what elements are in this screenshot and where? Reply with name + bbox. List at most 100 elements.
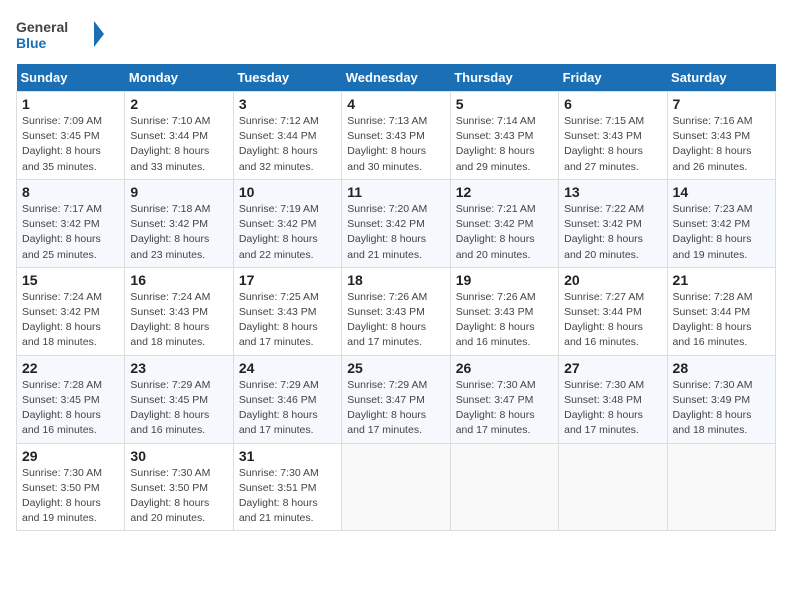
calendar-cell: 9 Sunrise: 7:18 AMSunset: 3:42 PMDaylight… bbox=[125, 179, 233, 267]
svg-text:General: General bbox=[16, 19, 68, 35]
day-number: 31 bbox=[239, 448, 336, 464]
day-detail: Sunrise: 7:30 AMSunset: 3:47 PMDaylight:… bbox=[456, 379, 536, 437]
day-detail: Sunrise: 7:13 AMSunset: 3:43 PMDaylight:… bbox=[347, 115, 427, 173]
day-detail: Sunrise: 7:17 AMSunset: 3:42 PMDaylight:… bbox=[22, 203, 102, 261]
day-number: 13 bbox=[564, 184, 661, 200]
calendar-cell: 8 Sunrise: 7:17 AMSunset: 3:42 PMDaylight… bbox=[17, 179, 125, 267]
col-header-friday: Friday bbox=[559, 64, 667, 92]
day-number: 29 bbox=[22, 448, 119, 464]
calendar-cell: 16 Sunrise: 7:24 AMSunset: 3:43 PMDayligh… bbox=[125, 267, 233, 355]
day-detail: Sunrise: 7:29 AMSunset: 3:45 PMDaylight:… bbox=[130, 379, 210, 437]
day-number: 4 bbox=[347, 96, 444, 112]
col-header-tuesday: Tuesday bbox=[233, 64, 341, 92]
day-number: 16 bbox=[130, 272, 227, 288]
day-number: 26 bbox=[456, 360, 553, 376]
logo-svg: General Blue bbox=[16, 16, 106, 52]
day-number: 1 bbox=[22, 96, 119, 112]
calendar-week-5: 29 Sunrise: 7:30 AMSunset: 3:50 PMDayligh… bbox=[17, 443, 776, 531]
calendar-cell: 25 Sunrise: 7:29 AMSunset: 3:47 PMDayligh… bbox=[342, 355, 450, 443]
day-number: 9 bbox=[130, 184, 227, 200]
day-detail: Sunrise: 7:20 AMSunset: 3:42 PMDaylight:… bbox=[347, 203, 427, 261]
day-detail: Sunrise: 7:18 AMSunset: 3:42 PMDaylight:… bbox=[130, 203, 210, 261]
col-header-wednesday: Wednesday bbox=[342, 64, 450, 92]
calendar-cell: 13 Sunrise: 7:22 AMSunset: 3:42 PMDayligh… bbox=[559, 179, 667, 267]
day-detail: Sunrise: 7:30 AMSunset: 3:50 PMDaylight:… bbox=[22, 467, 102, 525]
calendar-cell: 14Sunrise: 7:23 AMSunset: 3:42 PMDayligh… bbox=[667, 179, 775, 267]
day-detail: Sunrise: 7:21 AMSunset: 3:42 PMDaylight:… bbox=[456, 203, 536, 261]
calendar-cell: 6 Sunrise: 7:15 AMSunset: 3:43 PMDaylight… bbox=[559, 92, 667, 180]
col-header-saturday: Saturday bbox=[667, 64, 775, 92]
day-detail: Sunrise: 7:28 AMSunset: 3:45 PMDaylight:… bbox=[22, 379, 102, 437]
day-number: 6 bbox=[564, 96, 661, 112]
calendar-cell bbox=[667, 443, 775, 531]
day-number: 24 bbox=[239, 360, 336, 376]
calendar-cell: 24 Sunrise: 7:29 AMSunset: 3:46 PMDayligh… bbox=[233, 355, 341, 443]
calendar-cell: 7Sunrise: 7:16 AMSunset: 3:43 PMDaylight… bbox=[667, 92, 775, 180]
calendar-cell: 12 Sunrise: 7:21 AMSunset: 3:42 PMDayligh… bbox=[450, 179, 558, 267]
calendar-cell: 1 Sunrise: 7:09 AMSunset: 3:45 PMDaylight… bbox=[17, 92, 125, 180]
calendar-cell: 31 Sunrise: 7:30 AMSunset: 3:51 PMDayligh… bbox=[233, 443, 341, 531]
svg-text:Blue: Blue bbox=[16, 35, 47, 51]
calendar-cell bbox=[342, 443, 450, 531]
day-number: 11 bbox=[347, 184, 444, 200]
calendar-cell: 11 Sunrise: 7:20 AMSunset: 3:42 PMDayligh… bbox=[342, 179, 450, 267]
col-header-thursday: Thursday bbox=[450, 64, 558, 92]
day-detail: Sunrise: 7:27 AMSunset: 3:44 PMDaylight:… bbox=[564, 291, 644, 349]
day-detail: Sunrise: 7:26 AMSunset: 3:43 PMDaylight:… bbox=[456, 291, 536, 349]
calendar-cell: 4 Sunrise: 7:13 AMSunset: 3:43 PMDaylight… bbox=[342, 92, 450, 180]
day-number: 30 bbox=[130, 448, 227, 464]
col-header-monday: Monday bbox=[125, 64, 233, 92]
day-detail: Sunrise: 7:29 AMSunset: 3:47 PMDaylight:… bbox=[347, 379, 427, 437]
calendar-cell: 27Sunrise: 7:30 AMSunset: 3:48 PMDayligh… bbox=[559, 355, 667, 443]
day-detail: Sunrise: 7:19 AMSunset: 3:42 PMDaylight:… bbox=[239, 203, 319, 261]
calendar-cell: 22 Sunrise: 7:28 AMSunset: 3:45 PMDayligh… bbox=[17, 355, 125, 443]
calendar-week-1: 1 Sunrise: 7:09 AMSunset: 3:45 PMDaylight… bbox=[17, 92, 776, 180]
calendar-cell: 18Sunrise: 7:26 AMSunset: 3:43 PMDayligh… bbox=[342, 267, 450, 355]
day-detail: Sunrise: 7:30 AMSunset: 3:51 PMDaylight:… bbox=[239, 467, 319, 525]
day-detail: Sunrise: 7:25 AMSunset: 3:43 PMDaylight:… bbox=[239, 291, 319, 349]
calendar-cell: 17 Sunrise: 7:25 AMSunset: 3:43 PMDayligh… bbox=[233, 267, 341, 355]
calendar-cell: 5Sunrise: 7:14 AMSunset: 3:43 PMDaylight… bbox=[450, 92, 558, 180]
calendar-cell: 19 Sunrise: 7:26 AMSunset: 3:43 PMDayligh… bbox=[450, 267, 558, 355]
calendar-cell: 30Sunrise: 7:30 AMSunset: 3:50 PMDayligh… bbox=[125, 443, 233, 531]
calendar-cell: 20Sunrise: 7:27 AMSunset: 3:44 PMDayligh… bbox=[559, 267, 667, 355]
day-number: 5 bbox=[456, 96, 553, 112]
day-number: 8 bbox=[22, 184, 119, 200]
calendar-cell: 21 Sunrise: 7:28 AMSunset: 3:44 PMDayligh… bbox=[667, 267, 775, 355]
day-number: 28 bbox=[673, 360, 770, 376]
day-number: 27 bbox=[564, 360, 661, 376]
logo: General Blue bbox=[16, 16, 106, 52]
day-detail: Sunrise: 7:24 AMSunset: 3:42 PMDaylight:… bbox=[22, 291, 102, 349]
day-number: 22 bbox=[22, 360, 119, 376]
day-detail: Sunrise: 7:24 AMSunset: 3:43 PMDaylight:… bbox=[130, 291, 210, 349]
day-detail: Sunrise: 7:12 AMSunset: 3:44 PMDaylight:… bbox=[239, 115, 319, 173]
day-number: 19 bbox=[456, 272, 553, 288]
calendar-week-2: 8 Sunrise: 7:17 AMSunset: 3:42 PMDaylight… bbox=[17, 179, 776, 267]
day-number: 7 bbox=[673, 96, 770, 112]
day-number: 25 bbox=[347, 360, 444, 376]
calendar-cell: 3Sunrise: 7:12 AMSunset: 3:44 PMDaylight… bbox=[233, 92, 341, 180]
calendar-week-4: 22 Sunrise: 7:28 AMSunset: 3:45 PMDayligh… bbox=[17, 355, 776, 443]
day-number: 12 bbox=[456, 184, 553, 200]
day-detail: Sunrise: 7:28 AMSunset: 3:44 PMDaylight:… bbox=[673, 291, 753, 349]
calendar-cell: 29 Sunrise: 7:30 AMSunset: 3:50 PMDayligh… bbox=[17, 443, 125, 531]
day-detail: Sunrise: 7:10 AMSunset: 3:44 PMDaylight:… bbox=[130, 115, 210, 173]
day-number: 2 bbox=[130, 96, 227, 112]
day-number: 17 bbox=[239, 272, 336, 288]
calendar-cell bbox=[559, 443, 667, 531]
day-detail: Sunrise: 7:30 AMSunset: 3:49 PMDaylight:… bbox=[673, 379, 753, 437]
calendar-cell bbox=[450, 443, 558, 531]
calendar-cell: 2 Sunrise: 7:10 AMSunset: 3:44 PMDaylight… bbox=[125, 92, 233, 180]
header-row: SundayMondayTuesdayWednesdayThursdayFrid… bbox=[17, 64, 776, 92]
page-header: General Blue bbox=[16, 16, 776, 52]
day-detail: Sunrise: 7:09 AMSunset: 3:45 PMDaylight:… bbox=[22, 115, 102, 173]
day-detail: Sunrise: 7:29 AMSunset: 3:46 PMDaylight:… bbox=[239, 379, 319, 437]
day-number: 15 bbox=[22, 272, 119, 288]
day-detail: Sunrise: 7:22 AMSunset: 3:42 PMDaylight:… bbox=[564, 203, 644, 261]
calendar-cell: 26 Sunrise: 7:30 AMSunset: 3:47 PMDayligh… bbox=[450, 355, 558, 443]
day-number: 21 bbox=[673, 272, 770, 288]
day-detail: Sunrise: 7:15 AMSunset: 3:43 PMDaylight:… bbox=[564, 115, 644, 173]
calendar-cell: 10Sunrise: 7:19 AMSunset: 3:42 PMDayligh… bbox=[233, 179, 341, 267]
calendar-cell: 28 Sunrise: 7:30 AMSunset: 3:49 PMDayligh… bbox=[667, 355, 775, 443]
calendar-cell: 15 Sunrise: 7:24 AMSunset: 3:42 PMDayligh… bbox=[17, 267, 125, 355]
